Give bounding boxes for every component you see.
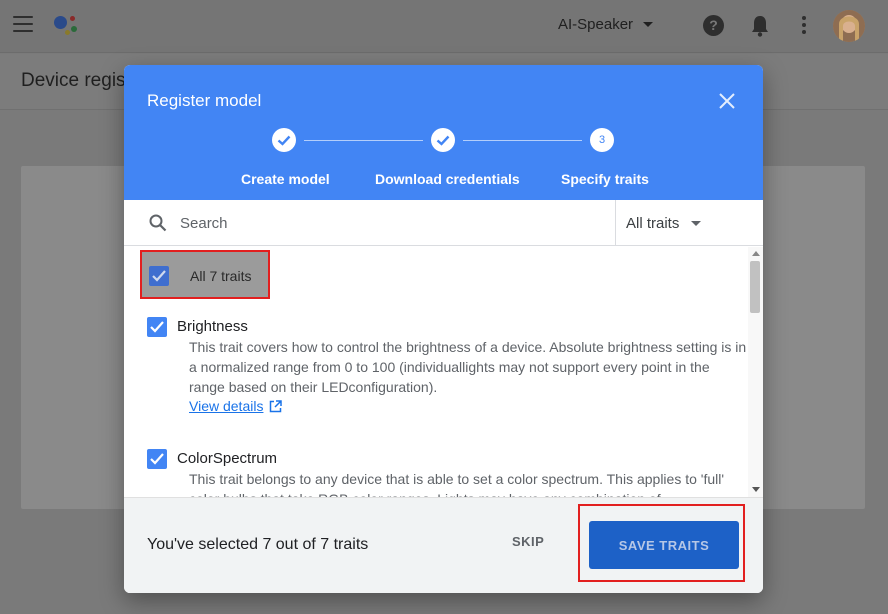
step-connector: [463, 140, 582, 141]
search-input[interactable]: [180, 208, 600, 238]
avatar[interactable]: [833, 10, 865, 42]
close-icon[interactable]: [718, 92, 736, 110]
scrollbar-thumb[interactable]: [750, 261, 760, 313]
step-label-create-model: Create model: [241, 171, 330, 187]
project-selector[interactable]: AI-Speaker: [558, 16, 654, 33]
scroll-up-arrow-icon[interactable]: [752, 251, 760, 256]
page-title: Device regist: [21, 70, 131, 91]
google-assistant-logo[interactable]: [54, 14, 84, 38]
divider: [615, 200, 616, 246]
save-traits-button[interactable]: SAVE TRAITS: [589, 521, 739, 569]
traits-list: All 7 traits Brightness This trait cover…: [124, 247, 763, 497]
register-model-dialog: Register model 3 Create model Download c…: [124, 65, 763, 593]
step-1-complete-icon: [272, 128, 296, 152]
selection-count: You've selected 7 out of 7 traits: [147, 536, 369, 553]
view-details-link[interactable]: View details: [189, 398, 283, 414]
select-all-traits-row[interactable]: All 7 traits: [140, 250, 270, 299]
scroll-down-arrow-icon[interactable]: [752, 487, 760, 492]
dialog-title: Register model: [147, 91, 262, 110]
dialog-footer: You've selected 7 out of 7 traits SKIP S…: [124, 497, 763, 593]
dialog-header: Register model 3 Create model Download c…: [124, 65, 763, 200]
select-all-label: All 7 traits: [190, 268, 252, 284]
search-bar: All traits: [124, 200, 763, 246]
view-details-label: View details: [189, 398, 264, 414]
chevron-down-icon: [691, 221, 702, 226]
more-vert-icon[interactable]: [802, 16, 806, 37]
step-connector: [304, 140, 423, 141]
select-all-checkbox[interactable]: [149, 266, 169, 286]
menu-icon[interactable]: [13, 16, 33, 34]
step-2-complete-icon: [431, 128, 455, 152]
chevron-down-icon: [643, 22, 654, 27]
help-icon[interactable]: ?: [703, 15, 724, 36]
brightness-checkbox[interactable]: [147, 317, 167, 337]
colorspectrum-checkbox[interactable]: [147, 449, 167, 469]
list-scrollbar[interactable]: [748, 247, 763, 497]
trait-name: Brightness: [177, 318, 248, 335]
top-app-bar: AI-Speaker ?: [0, 0, 888, 53]
step-label-download-credentials: Download credentials: [375, 171, 520, 187]
skip-button[interactable]: SKIP: [512, 534, 544, 549]
open-in-new-icon: [270, 399, 283, 412]
trait-description: This trait covers how to control the bri…: [189, 339, 747, 395]
traits-filter-dropdown[interactable]: All traits: [626, 215, 702, 232]
search-icon: [149, 214, 167, 232]
bell-icon[interactable]: [751, 15, 769, 37]
step-3-number: 3: [590, 128, 614, 152]
step-label-specify-traits: Specify traits: [561, 171, 649, 187]
trait-name: ColorSpectrum: [177, 450, 278, 467]
traits-filter-value: All traits: [626, 215, 680, 232]
trait-description: This trait belongs to any device that is…: [189, 471, 725, 497]
project-name: AI-Speaker: [558, 16, 634, 33]
